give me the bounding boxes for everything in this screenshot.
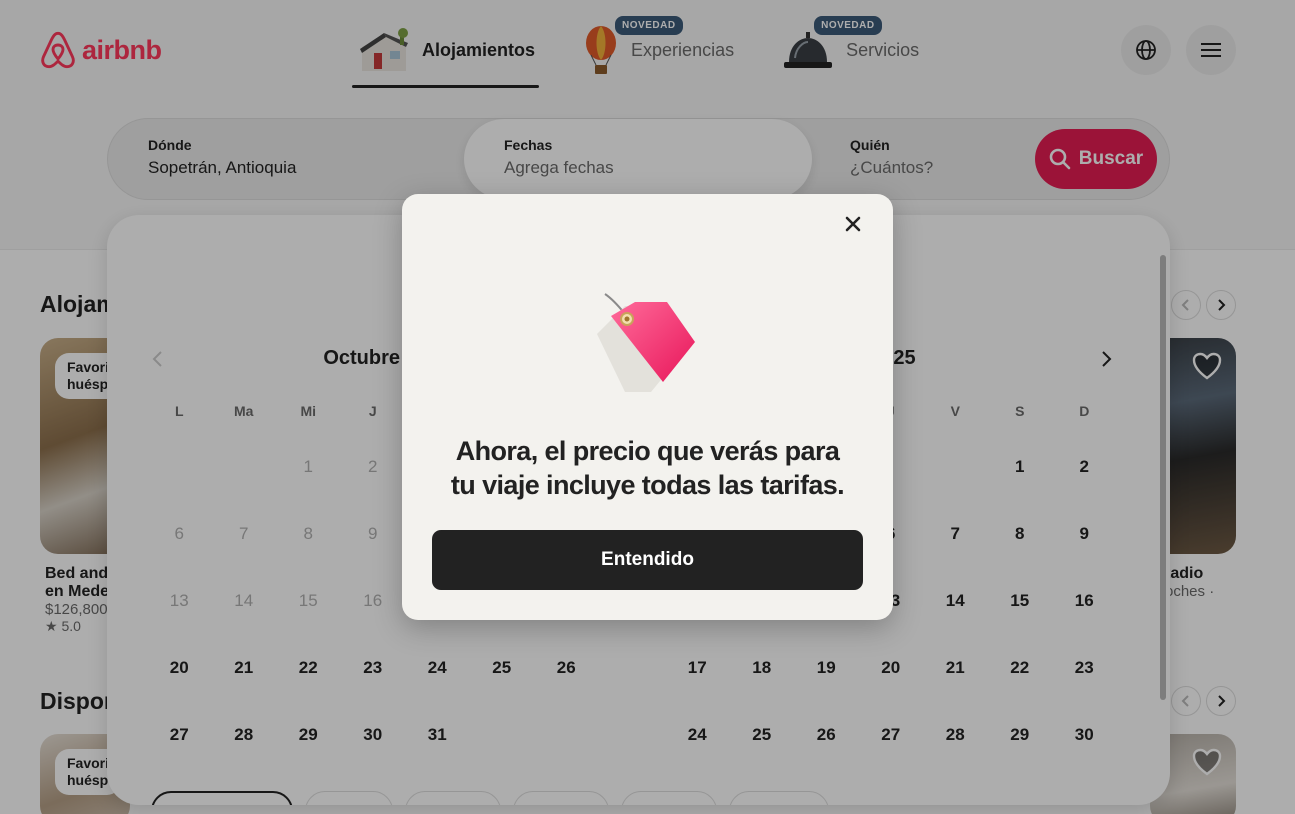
modal-title: Ahora, el precio que verás para tu viaje…	[432, 434, 863, 502]
modal-title-line-2: tu viaje incluye todas las tarifas.	[450, 470, 845, 500]
understood-button[interactable]: Entendido	[432, 530, 863, 590]
close-icon	[845, 216, 861, 232]
modal-title-line-1: Ahora, el precio que verás para	[455, 436, 840, 466]
close-button[interactable]	[839, 210, 867, 238]
price-info-modal: Ahora, el precio que verás para tu viaje…	[402, 194, 893, 620]
price-tag-icon	[597, 293, 695, 392]
